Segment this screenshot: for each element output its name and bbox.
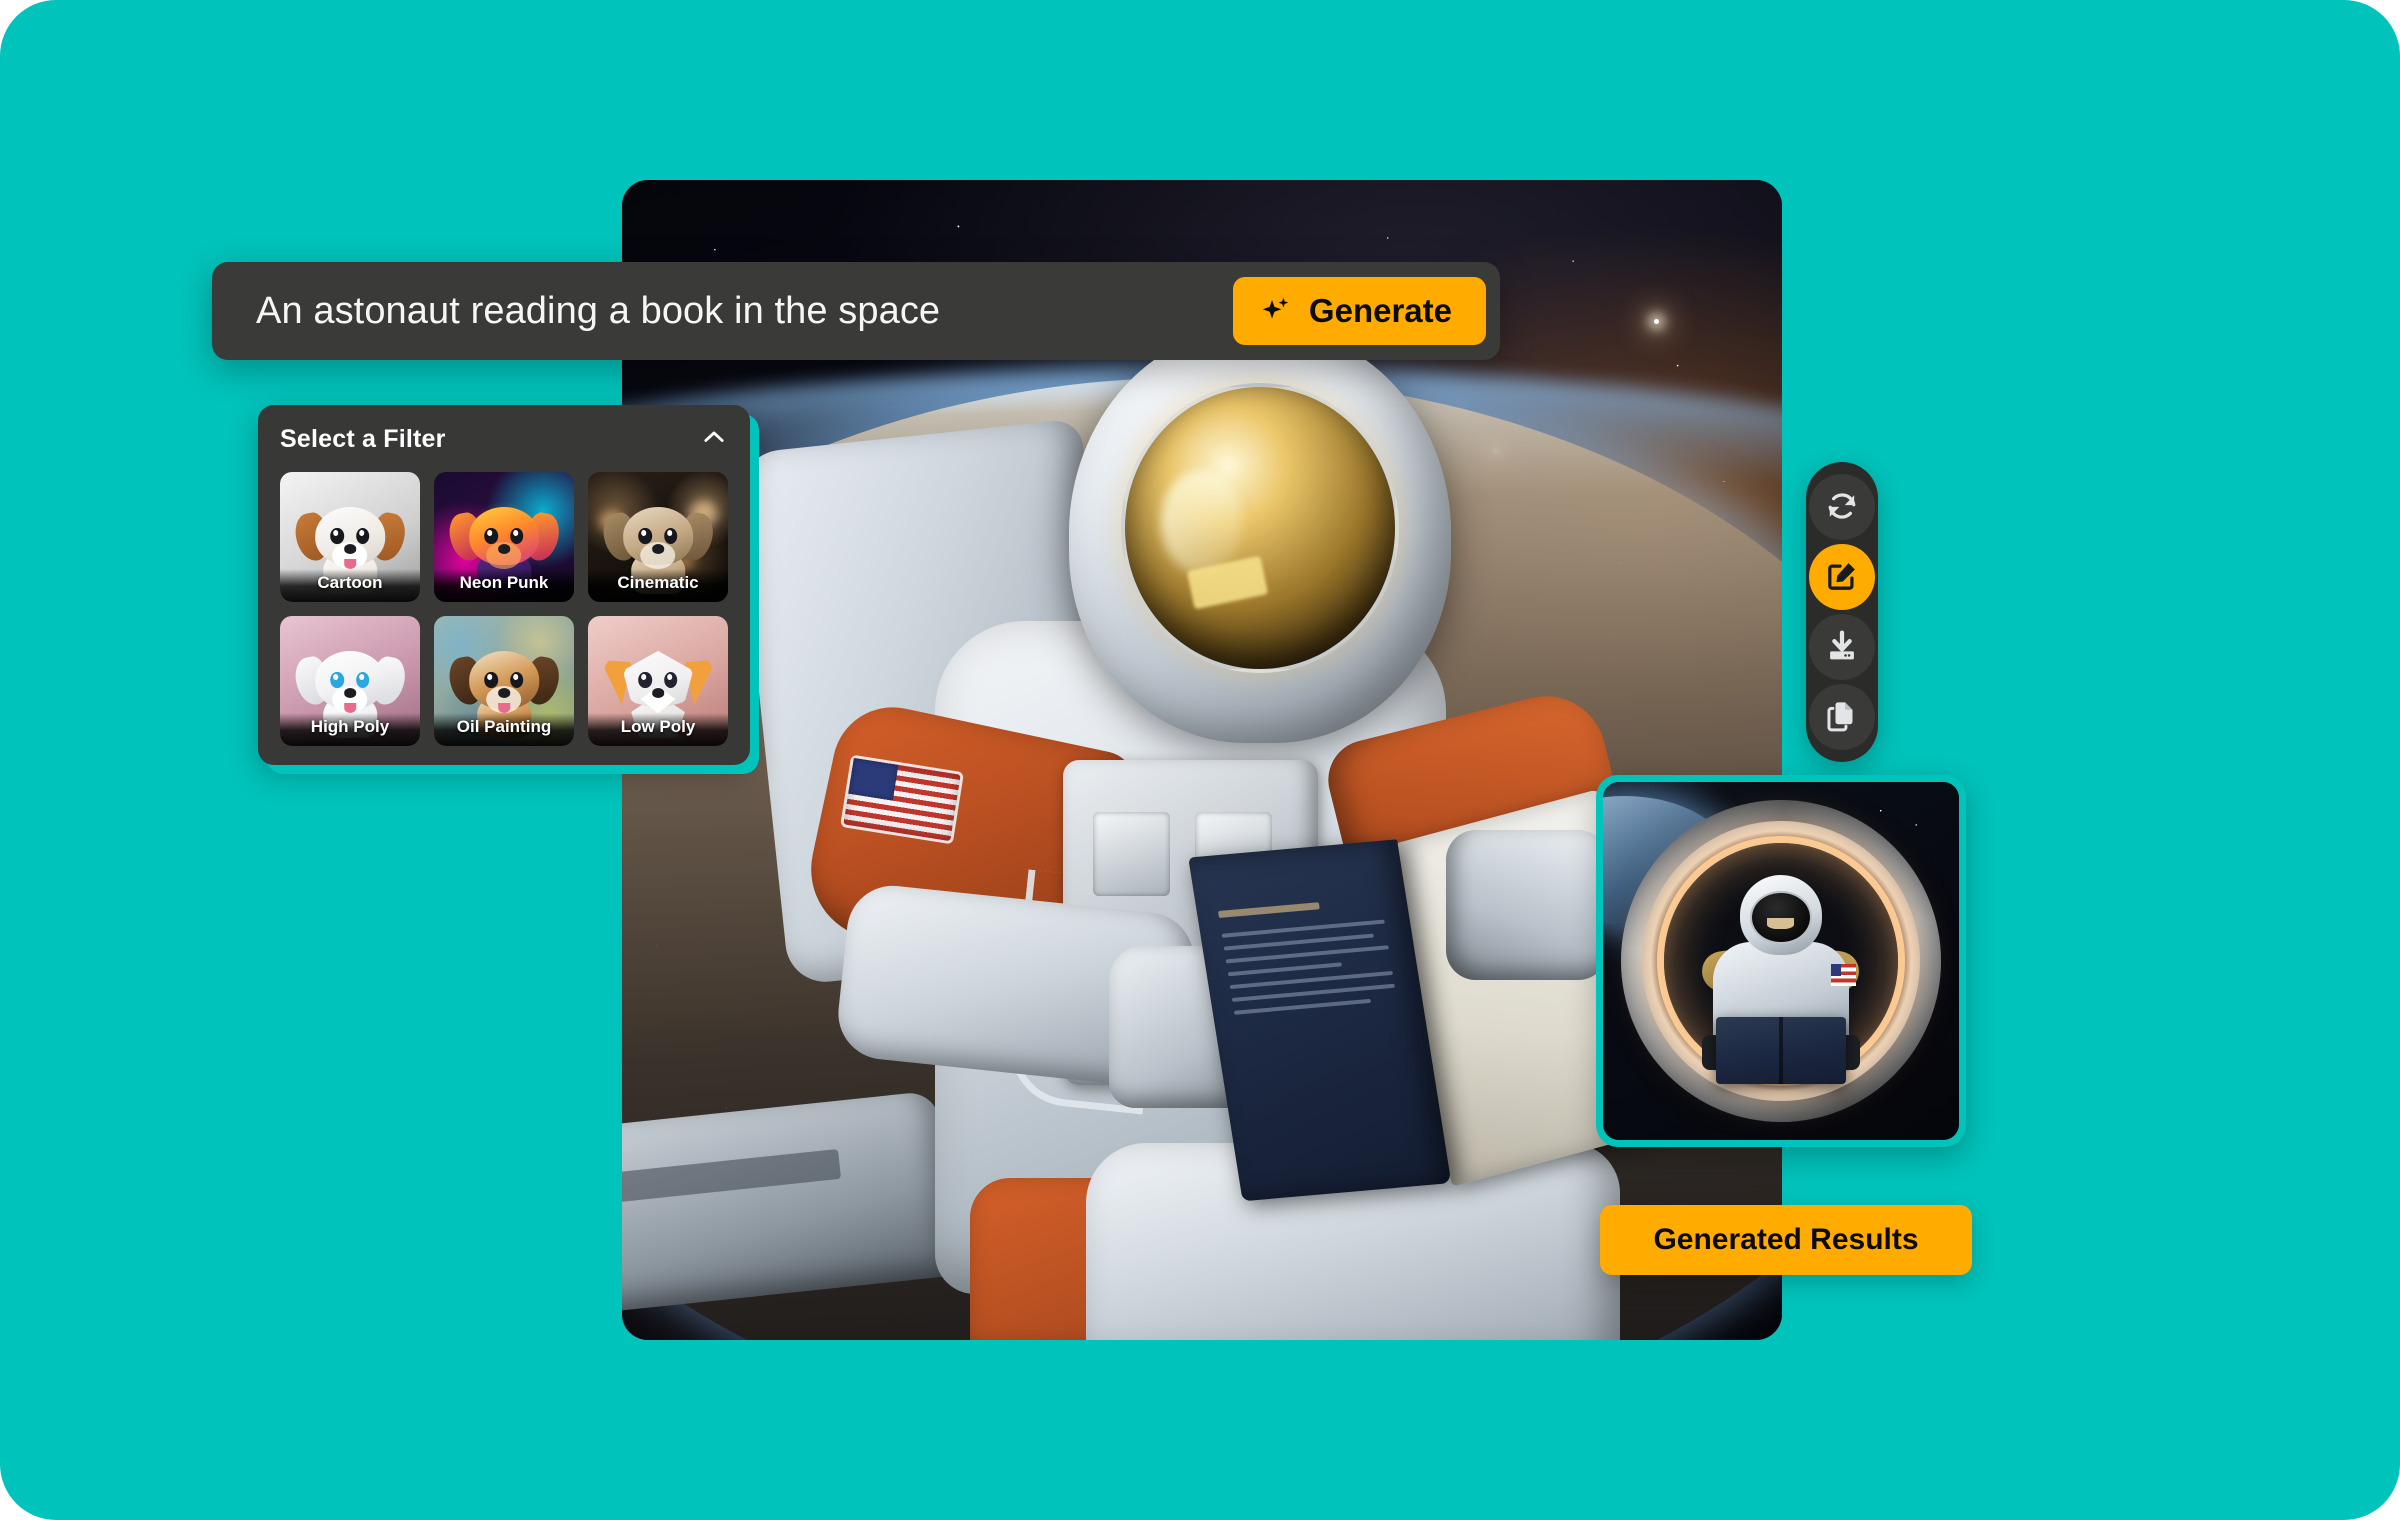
filter-panel-title: Select a Filter [280, 425, 446, 453]
refresh-icon [1825, 489, 1859, 526]
filter-grid: Cartoon Neon Punk Cinematic High Poly Oi… [280, 472, 728, 746]
regenerate-button[interactable] [1809, 474, 1875, 540]
filter-label: Cartoon [280, 569, 420, 602]
result-thumbnail-image [1603, 782, 1959, 1140]
filter-label: Low Poly [588, 713, 728, 746]
filter-card-low-poly[interactable]: Low Poly [588, 616, 728, 746]
prompt-bar: An astonaut reading a book in the space … [212, 262, 1500, 360]
copy-button[interactable] [1809, 684, 1875, 750]
copy-icon [1825, 699, 1859, 736]
download-icon [1825, 629, 1859, 666]
filter-label: High Poly [280, 713, 420, 746]
download-button[interactable] [1809, 614, 1875, 680]
prompt-input[interactable]: An astonaut reading a book in the space [256, 290, 1233, 333]
result-thumbnail-card[interactable] [1596, 775, 1966, 1147]
book-text-lines [1217, 896, 1397, 1023]
sparkle-icon [1259, 294, 1293, 328]
chevron-up-icon[interactable] [700, 423, 728, 456]
filter-label: Neon Punk [434, 569, 574, 602]
space-station-module [622, 1090, 956, 1312]
filter-card-oil-painting[interactable]: Oil Painting [434, 616, 574, 746]
filter-card-cinematic[interactable]: Cinematic [588, 472, 728, 602]
filter-panel: Select a Filter Cartoon Neon Punk Cinema… [258, 405, 750, 765]
filter-card-cartoon[interactable]: Cartoon [280, 472, 420, 602]
edit-icon [1825, 559, 1859, 596]
edit-button[interactable] [1809, 544, 1875, 610]
astronaut-right-glove [1445, 829, 1608, 981]
app-root: An astonaut reading a book in the space … [0, 0, 2400, 1520]
thumbnail-astronaut [1696, 875, 1867, 1097]
filter-panel-header: Select a Filter [280, 423, 728, 456]
filter-label: Oil Painting [434, 713, 574, 746]
generate-button[interactable]: Generate [1232, 277, 1486, 345]
action-toolbar [1806, 462, 1878, 762]
filter-card-high-poly[interactable]: High Poly [280, 616, 420, 746]
filter-label: Cinematic [588, 569, 728, 602]
generated-results-button[interactable]: Generated Results [1600, 1205, 1972, 1275]
generated-results-label: Generated Results [1653, 1223, 1919, 1256]
filter-card-neon-punk[interactable]: Neon Punk [434, 472, 574, 602]
visor-glint [1161, 470, 1243, 575]
generate-button-label: Generate [1308, 292, 1452, 329]
